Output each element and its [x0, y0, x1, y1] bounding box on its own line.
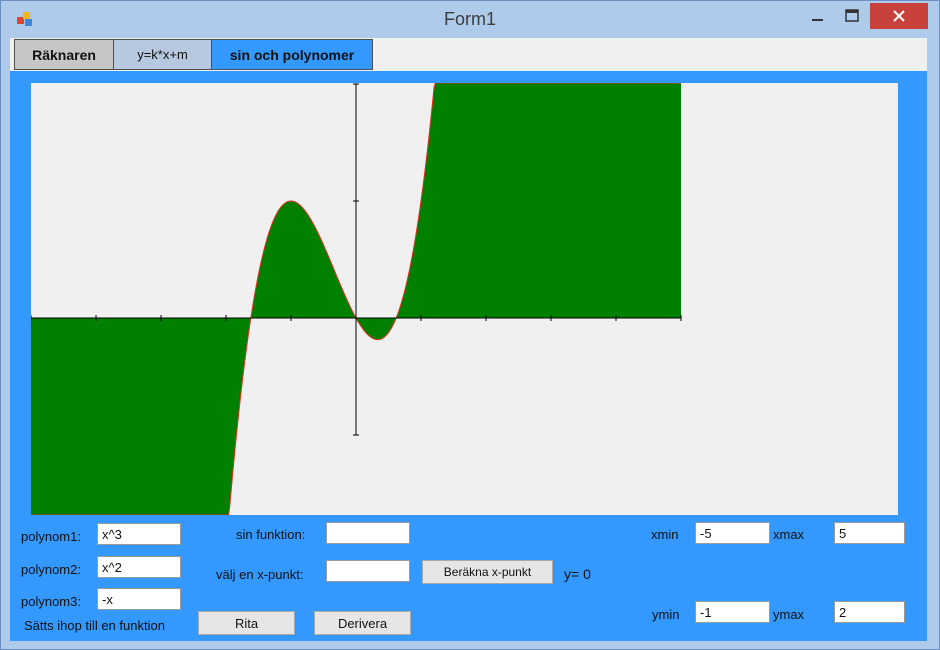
ymin-input[interactable] — [695, 601, 770, 623]
polynom3-label: polynom3: — [21, 594, 81, 609]
ymax-input[interactable] — [834, 601, 905, 623]
draw-button[interactable]: Rita — [198, 611, 295, 635]
xmin-input[interactable] — [695, 522, 770, 544]
window-title: Form1 — [443, 9, 496, 29]
tab-page-sin-polynomer: polynom1: polynom2: polynom3: Sätts ihop… — [10, 71, 927, 641]
polynom2-label: polynom2: — [21, 562, 81, 577]
polynom2-input[interactable] — [97, 556, 181, 578]
close-icon — [893, 10, 905, 22]
maximize-button[interactable] — [835, 3, 869, 29]
xmax-input[interactable] — [834, 522, 905, 544]
minimize-icon — [812, 19, 823, 21]
form1-window: Form1 Räknaren y=k*x+m sin och polynomer… — [0, 0, 940, 650]
xpoint-label: välj en x-punkt: — [216, 567, 304, 582]
tab-sin-polynomer[interactable]: sin och polynomer — [211, 39, 373, 70]
xmin-label: xmin — [651, 527, 679, 542]
graph-area — [31, 83, 898, 515]
title-bar[interactable]: Form1 — [1, 1, 939, 38]
calculate-xpoint-button[interactable]: Beräkna x-punkt — [422, 560, 553, 584]
minimize-button[interactable] — [801, 3, 835, 29]
close-button[interactable] — [870, 3, 928, 29]
xpoint-input[interactable] — [326, 560, 410, 582]
ymin-label: ymin — [652, 607, 680, 622]
tab-raknaren[interactable]: Räknaren — [14, 39, 114, 70]
maximize-icon — [845, 9, 859, 22]
xmax-label: xmax — [773, 527, 805, 542]
tab-linear[interactable]: y=k*x+m — [113, 39, 212, 70]
ymax-label: ymax — [773, 607, 805, 622]
polynom1-input[interactable] — [97, 523, 181, 545]
sin-function-label: sin funktion: — [236, 527, 306, 542]
sin-function-input[interactable] — [326, 522, 410, 544]
graph-canvas — [31, 83, 682, 515]
polynom3-input[interactable] — [97, 588, 181, 610]
tab-strip: Räknaren y=k*x+m sin och polynomer — [10, 38, 927, 71]
result-label: y= 0 — [564, 566, 591, 582]
derive-button[interactable]: Derivera — [314, 611, 411, 635]
polynom1-label: polynom1: — [21, 529, 81, 544]
combine-note: Sätts ihop till en funktion — [24, 618, 165, 633]
